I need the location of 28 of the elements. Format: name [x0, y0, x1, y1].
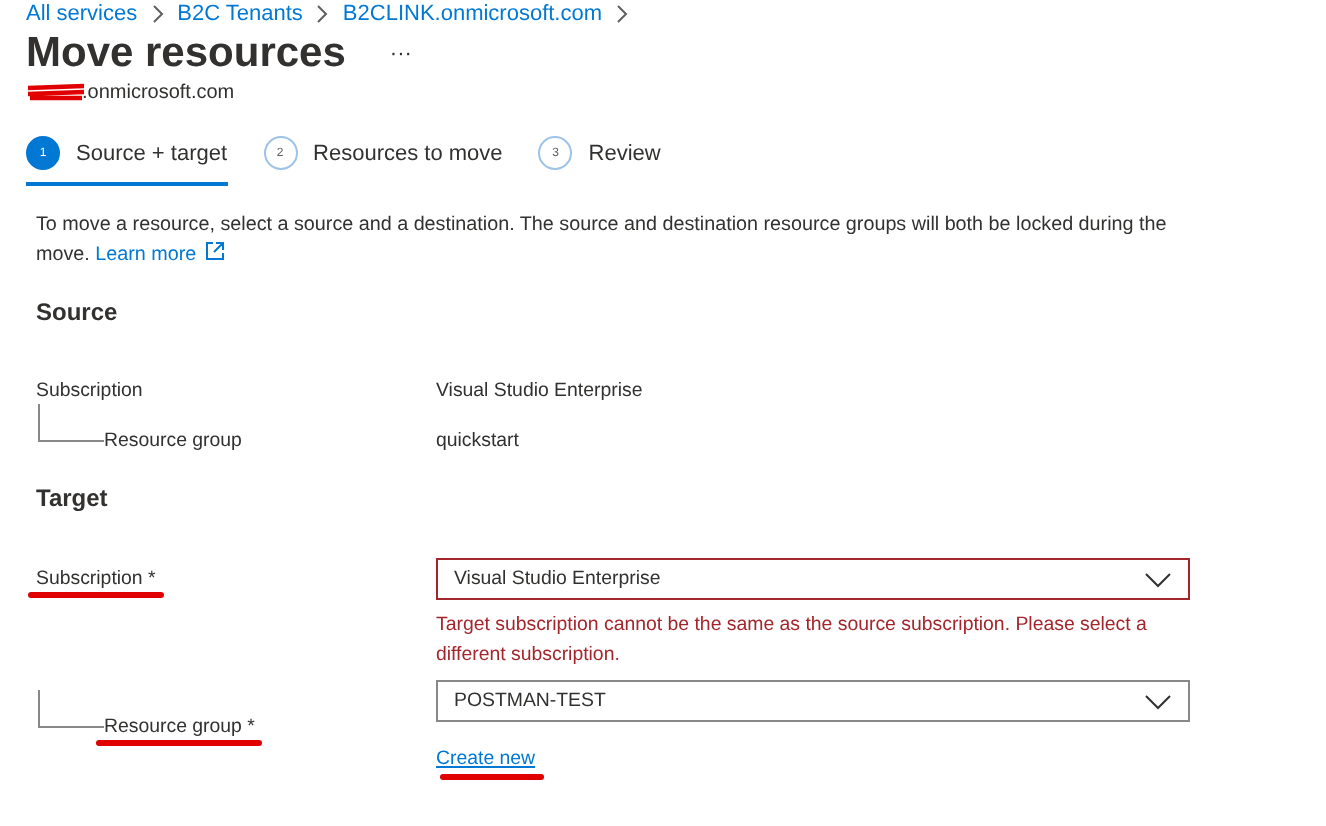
chevron-right-icon — [149, 3, 166, 23]
field-label: Resource group * — [104, 716, 255, 738]
page-title: Move resources — [26, 30, 346, 78]
field-value: quickstart — [436, 430, 519, 452]
field-label: Subscription * — [36, 568, 156, 590]
breadcrumb-link[interactable]: All services — [26, 1, 138, 25]
breadcrumb-link[interactable]: B2C Tenants — [177, 1, 303, 25]
chevron-right-icon — [314, 3, 331, 23]
tree-connector — [36, 690, 104, 730]
learn-more-link[interactable]: Learn more — [95, 244, 227, 266]
field-label: Subscription — [36, 380, 143, 402]
external-link-icon — [204, 240, 227, 262]
description-text: To move a resource, select a source and a destination. The source and destination resource groups will both be locked during the move. Learn more — [36, 212, 1169, 270]
error-message: Target subscription cannot be the same as the source subscription. Please select a different subscription. — [436, 612, 1149, 670]
tree-connector — [36, 404, 104, 444]
field-value: Visual Studio Enterprise — [436, 380, 643, 402]
page-subtitle: .onmicrosoft.com — [82, 81, 235, 103]
section-heading: Source — [36, 298, 120, 326]
chevron-down-icon — [1144, 571, 1172, 587]
field-label: Resource group — [104, 430, 242, 452]
create-new-link[interactable]: Create new — [436, 748, 536, 770]
chevron-right-icon — [614, 3, 631, 23]
dropdown[interactable]: POSTMAN-TEST — [436, 680, 1190, 722]
chevron-down-icon — [1144, 693, 1172, 709]
breadcrumb-link[interactable]: B2CLINK.onmicrosoft.com — [342, 1, 603, 25]
section-heading: Target — [36, 484, 110, 512]
more-button[interactable]: ··· — [389, 42, 412, 66]
dropdown[interactable]: Visual Studio Enterprise — [436, 558, 1190, 600]
